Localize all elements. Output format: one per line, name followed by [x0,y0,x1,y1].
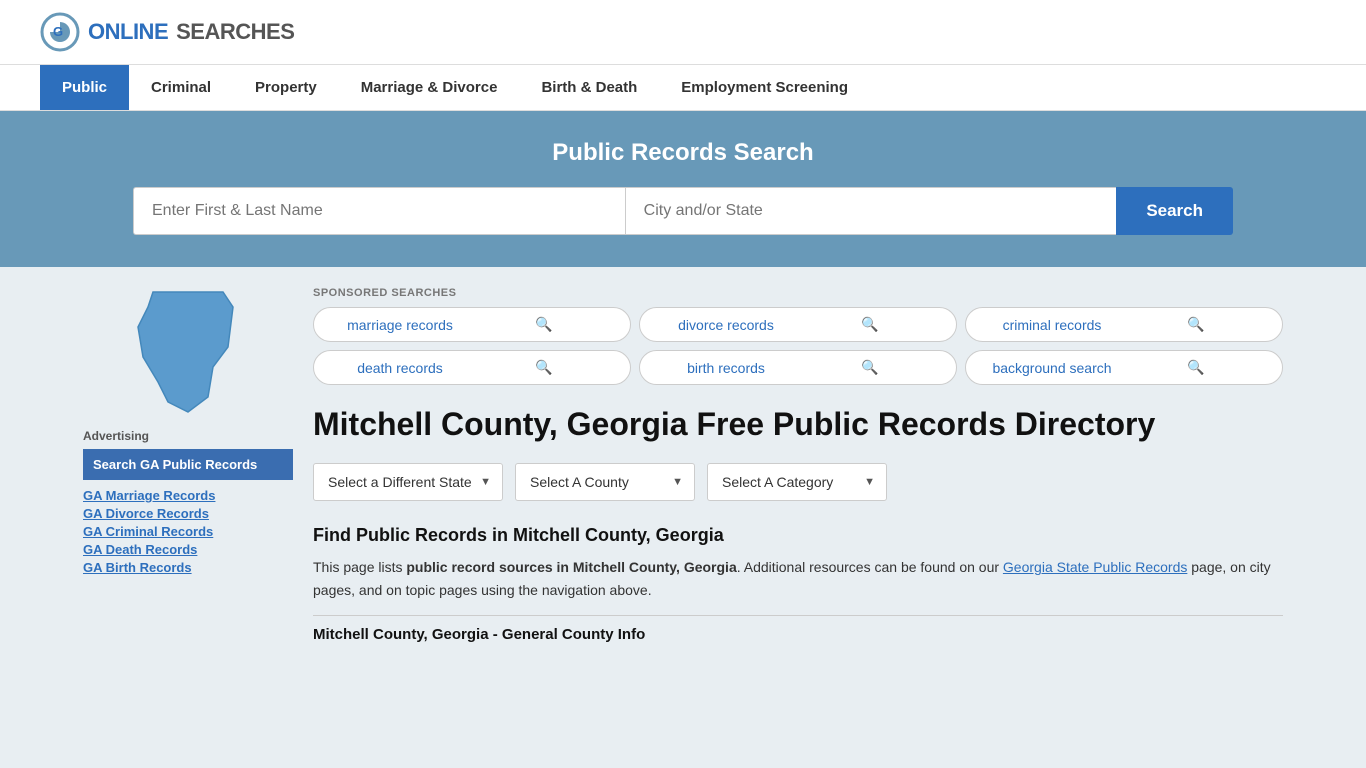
sponsored-label: SPONSORED SEARCHES [313,287,1283,299]
sidebar: Advertising Search GA Public Records GA … [83,287,293,643]
state-dropdown-wrapper[interactable]: Select a Different State [313,463,503,501]
find-desc-text2: . Additional resources can be found on o… [737,559,1003,575]
general-county-info-title: Mitchell County, Georgia - General Count… [313,626,1283,643]
dropdowns-row: Select a Different State Select A County… [313,463,1283,501]
content-area: SPONSORED SEARCHES marriage records 🔍 di… [313,287,1283,643]
sidebar-link-divorce[interactable]: GA Divorce Records [83,506,293,521]
page-title: Mitchell County, Georgia Free Public Rec… [313,405,1283,443]
sponsored-item-death[interactable]: death records 🔍 [313,350,631,385]
sponsored-item-birth[interactable]: birth records 🔍 [639,350,957,385]
search-icon-background: 🔍 [1124,359,1268,376]
logo[interactable]: G ONLINE SEARCHES [40,12,294,52]
city-input[interactable] [625,187,1117,235]
find-records-section: Find Public Records in Mitchell County, … [313,525,1283,601]
georgia-state-link[interactable]: Georgia State Public Records [1003,559,1187,575]
ad-box[interactable]: Search GA Public Records [83,449,293,480]
sponsored-label-marriage: marriage records [328,317,472,333]
sponsored-label-birth: birth records [654,360,798,376]
nav-item-criminal[interactable]: Criminal [129,65,233,110]
find-desc-text1: This page lists [313,559,406,575]
section-divider [313,615,1283,616]
sponsored-label-death: death records [328,360,472,376]
county-dropdown-wrapper[interactable]: Select A County [515,463,695,501]
name-input[interactable] [133,187,625,235]
nav-item-property[interactable]: Property [233,65,339,110]
ad-label: Advertising [83,429,293,443]
sidebar-link-birth[interactable]: GA Birth Records [83,560,293,575]
logo-icon: G [40,12,80,52]
search-icon-birth: 🔍 [798,359,942,376]
nav-item-employment[interactable]: Employment Screening [659,65,870,110]
sponsored-grid: marriage records 🔍 divorce records 🔍 cri… [313,307,1283,385]
search-button[interactable]: Search [1116,187,1233,235]
state-dropdown[interactable]: Select a Different State [313,463,503,501]
sponsored-item-marriage[interactable]: marriage records 🔍 [313,307,631,342]
sponsored-label-divorce: divorce records [654,317,798,333]
search-icon-criminal: 🔍 [1124,316,1268,333]
sponsored-label-background: background search [980,360,1124,376]
svg-text:G: G [53,24,63,39]
sidebar-link-criminal[interactable]: GA Criminal Records [83,524,293,539]
sponsored-item-criminal[interactable]: criminal records 🔍 [965,307,1283,342]
category-dropdown[interactable]: Select A Category [707,463,887,501]
search-icon-death: 🔍 [472,359,616,376]
nav-item-public[interactable]: Public [40,65,129,110]
hero-title: Public Records Search [40,139,1326,167]
search-icon-marriage: 🔍 [472,316,616,333]
find-title: Find Public Records in Mitchell County, … [313,525,1283,546]
nav-item-birth[interactable]: Birth & Death [519,65,659,110]
main-nav: Public Criminal Property Marriage & Divo… [0,65,1366,111]
county-dropdown[interactable]: Select A County [515,463,695,501]
georgia-map-icon [128,287,248,417]
sponsored-item-background[interactable]: background search 🔍 [965,350,1283,385]
site-header: G ONLINE SEARCHES [0,0,1366,65]
sponsored-item-divorce[interactable]: divorce records 🔍 [639,307,957,342]
hero-section: Public Records Search Search [0,111,1366,267]
search-bar: Search [133,187,1233,235]
category-dropdown-wrapper[interactable]: Select A Category [707,463,887,501]
sponsored-section: SPONSORED SEARCHES marriage records 🔍 di… [313,287,1283,385]
sponsored-label-criminal: criminal records [980,317,1124,333]
state-image [83,287,293,417]
logo-text-online: ONLINE [88,19,168,45]
find-desc-bold: public record sources in Mitchell County… [406,559,736,575]
nav-item-marriage[interactable]: Marriage & Divorce [339,65,520,110]
logo-text-searches: SEARCHES [176,19,294,45]
find-description: This page lists public record sources in… [313,556,1283,601]
sidebar-link-death[interactable]: GA Death Records [83,542,293,557]
search-icon-divorce: 🔍 [798,316,942,333]
main-wrapper: Advertising Search GA Public Records GA … [63,267,1303,663]
sidebar-link-marriage[interactable]: GA Marriage Records [83,488,293,503]
